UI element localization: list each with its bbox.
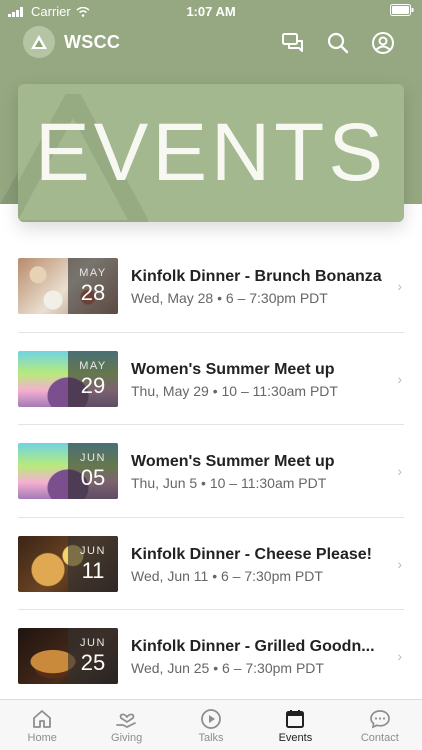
chevron-right-icon: › bbox=[397, 648, 402, 664]
tab-contact[interactable]: Contact bbox=[338, 700, 422, 750]
tab-talks[interactable]: Talks bbox=[169, 700, 253, 750]
date-month: JUN bbox=[80, 452, 106, 464]
tab-home[interactable]: Home bbox=[0, 700, 84, 750]
chevron-right-icon: › bbox=[397, 370, 402, 387]
date-day: 11 bbox=[81, 557, 105, 583]
date-month: MAY bbox=[79, 267, 107, 279]
event-title: Kinfolk Dinner - Grilled Goodn... bbox=[131, 638, 375, 655]
event-thumbnail: JUN 11 bbox=[18, 535, 118, 592]
battery-icon bbox=[390, 4, 414, 16]
date-month: JUN bbox=[80, 544, 106, 557]
top-bar: WSCC bbox=[0, 24, 422, 64]
date-badge: JUN 05 bbox=[68, 443, 118, 499]
event-row[interactable]: MAY 29 Women's Summer Meet up Thu, May 29… bbox=[0, 333, 422, 425]
messages-button[interactable] bbox=[280, 30, 306, 56]
chat-icon bbox=[369, 710, 390, 729]
event-datetime: Wed, Jun 25 • 6 – 7:30pm PDT bbox=[131, 660, 324, 676]
tab-label: Home bbox=[27, 732, 57, 744]
event-thumbnail: MAY 28 bbox=[18, 258, 118, 314]
chevron-right-icon: › bbox=[397, 463, 402, 479]
date-day: 05 bbox=[80, 465, 106, 490]
giving-icon bbox=[115, 713, 136, 728]
event-row[interactable]: JUN 11 Kinfolk Dinner - Cheese Please! We… bbox=[0, 518, 422, 610]
date-month: JUN bbox=[80, 637, 106, 649]
event-title: Women's Summer Meet up bbox=[131, 360, 335, 378]
home-icon bbox=[33, 710, 52, 728]
date-day: 29 bbox=[80, 372, 106, 398]
tab-giving[interactable]: Giving bbox=[84, 700, 168, 750]
events-hero-banner: EVENTS bbox=[18, 84, 404, 222]
date-badge: JUN 25 bbox=[68, 628, 118, 684]
tab-label: Talks bbox=[198, 732, 224, 744]
event-title: Women's Summer Meet up bbox=[131, 453, 335, 470]
event-row[interactable]: MAY 28 Kinfolk Dinner - Brunch Bonanza We… bbox=[0, 240, 422, 333]
event-thumbnail: JUN 25 bbox=[18, 628, 118, 684]
date-badge: MAY 29 bbox=[68, 350, 118, 407]
chevron-right-icon: › bbox=[397, 278, 402, 294]
tab-bar: Home Giving Talks Events Contact bbox=[0, 699, 422, 750]
date-day: 25 bbox=[80, 650, 106, 675]
tab-label: Giving bbox=[111, 732, 143, 744]
chevron-right-icon: › bbox=[397, 555, 402, 572]
user-icon bbox=[372, 32, 394, 54]
event-datetime: Thu, Jun 5 • 10 – 11:30am PDT bbox=[131, 475, 327, 491]
status-time: 1:07 AM bbox=[186, 4, 236, 19]
event-title: Kinfolk Dinner - Cheese Please! bbox=[131, 545, 372, 563]
date-day: 28 bbox=[80, 280, 106, 305]
event-thumbnail: MAY 29 bbox=[18, 350, 118, 407]
play-icon bbox=[201, 709, 221, 729]
event-row[interactable]: JUN 05 Women's Summer Meet up Thu, Jun 5 … bbox=[0, 425, 422, 518]
event-row[interactable]: JUN 25 Kinfolk Dinner - Grilled Goodn... … bbox=[0, 610, 422, 703]
calendar-icon bbox=[286, 710, 305, 728]
date-badge: JUN 11 bbox=[68, 535, 118, 592]
event-thumbnail: JUN 05 bbox=[18, 443, 118, 499]
hero-title: EVENTS bbox=[34, 107, 388, 198]
date-month: MAY bbox=[79, 359, 107, 372]
search-button[interactable] bbox=[325, 30, 351, 56]
date-badge: MAY 28 bbox=[68, 258, 118, 314]
chat-bubbles-icon bbox=[282, 33, 303, 52]
tab-label: Contact bbox=[360, 732, 399, 744]
tab-label: Events bbox=[278, 732, 313, 744]
event-list: MAY 28 Kinfolk Dinner - Brunch Bonanza We… bbox=[0, 240, 422, 703]
status-bar: Carrier 1:07 AM bbox=[0, 0, 422, 22]
event-datetime: Wed, May 28 • 6 – 7:30pm PDT bbox=[131, 290, 328, 306]
wscc-logo[interactable] bbox=[23, 26, 55, 58]
tab-events[interactable]: Events bbox=[253, 700, 337, 750]
event-datetime: Thu, May 29 • 10 – 11:30am PDT bbox=[131, 382, 338, 399]
brand-name: WSCC bbox=[64, 32, 121, 52]
profile-button[interactable] bbox=[370, 30, 396, 56]
mountain-logo-icon bbox=[31, 35, 47, 49]
event-title: Kinfolk Dinner - Brunch Bonanza bbox=[131, 268, 382, 285]
search-icon bbox=[327, 32, 349, 54]
event-datetime: Wed, Jun 11 • 6 – 7:30pm PDT bbox=[131, 567, 323, 584]
